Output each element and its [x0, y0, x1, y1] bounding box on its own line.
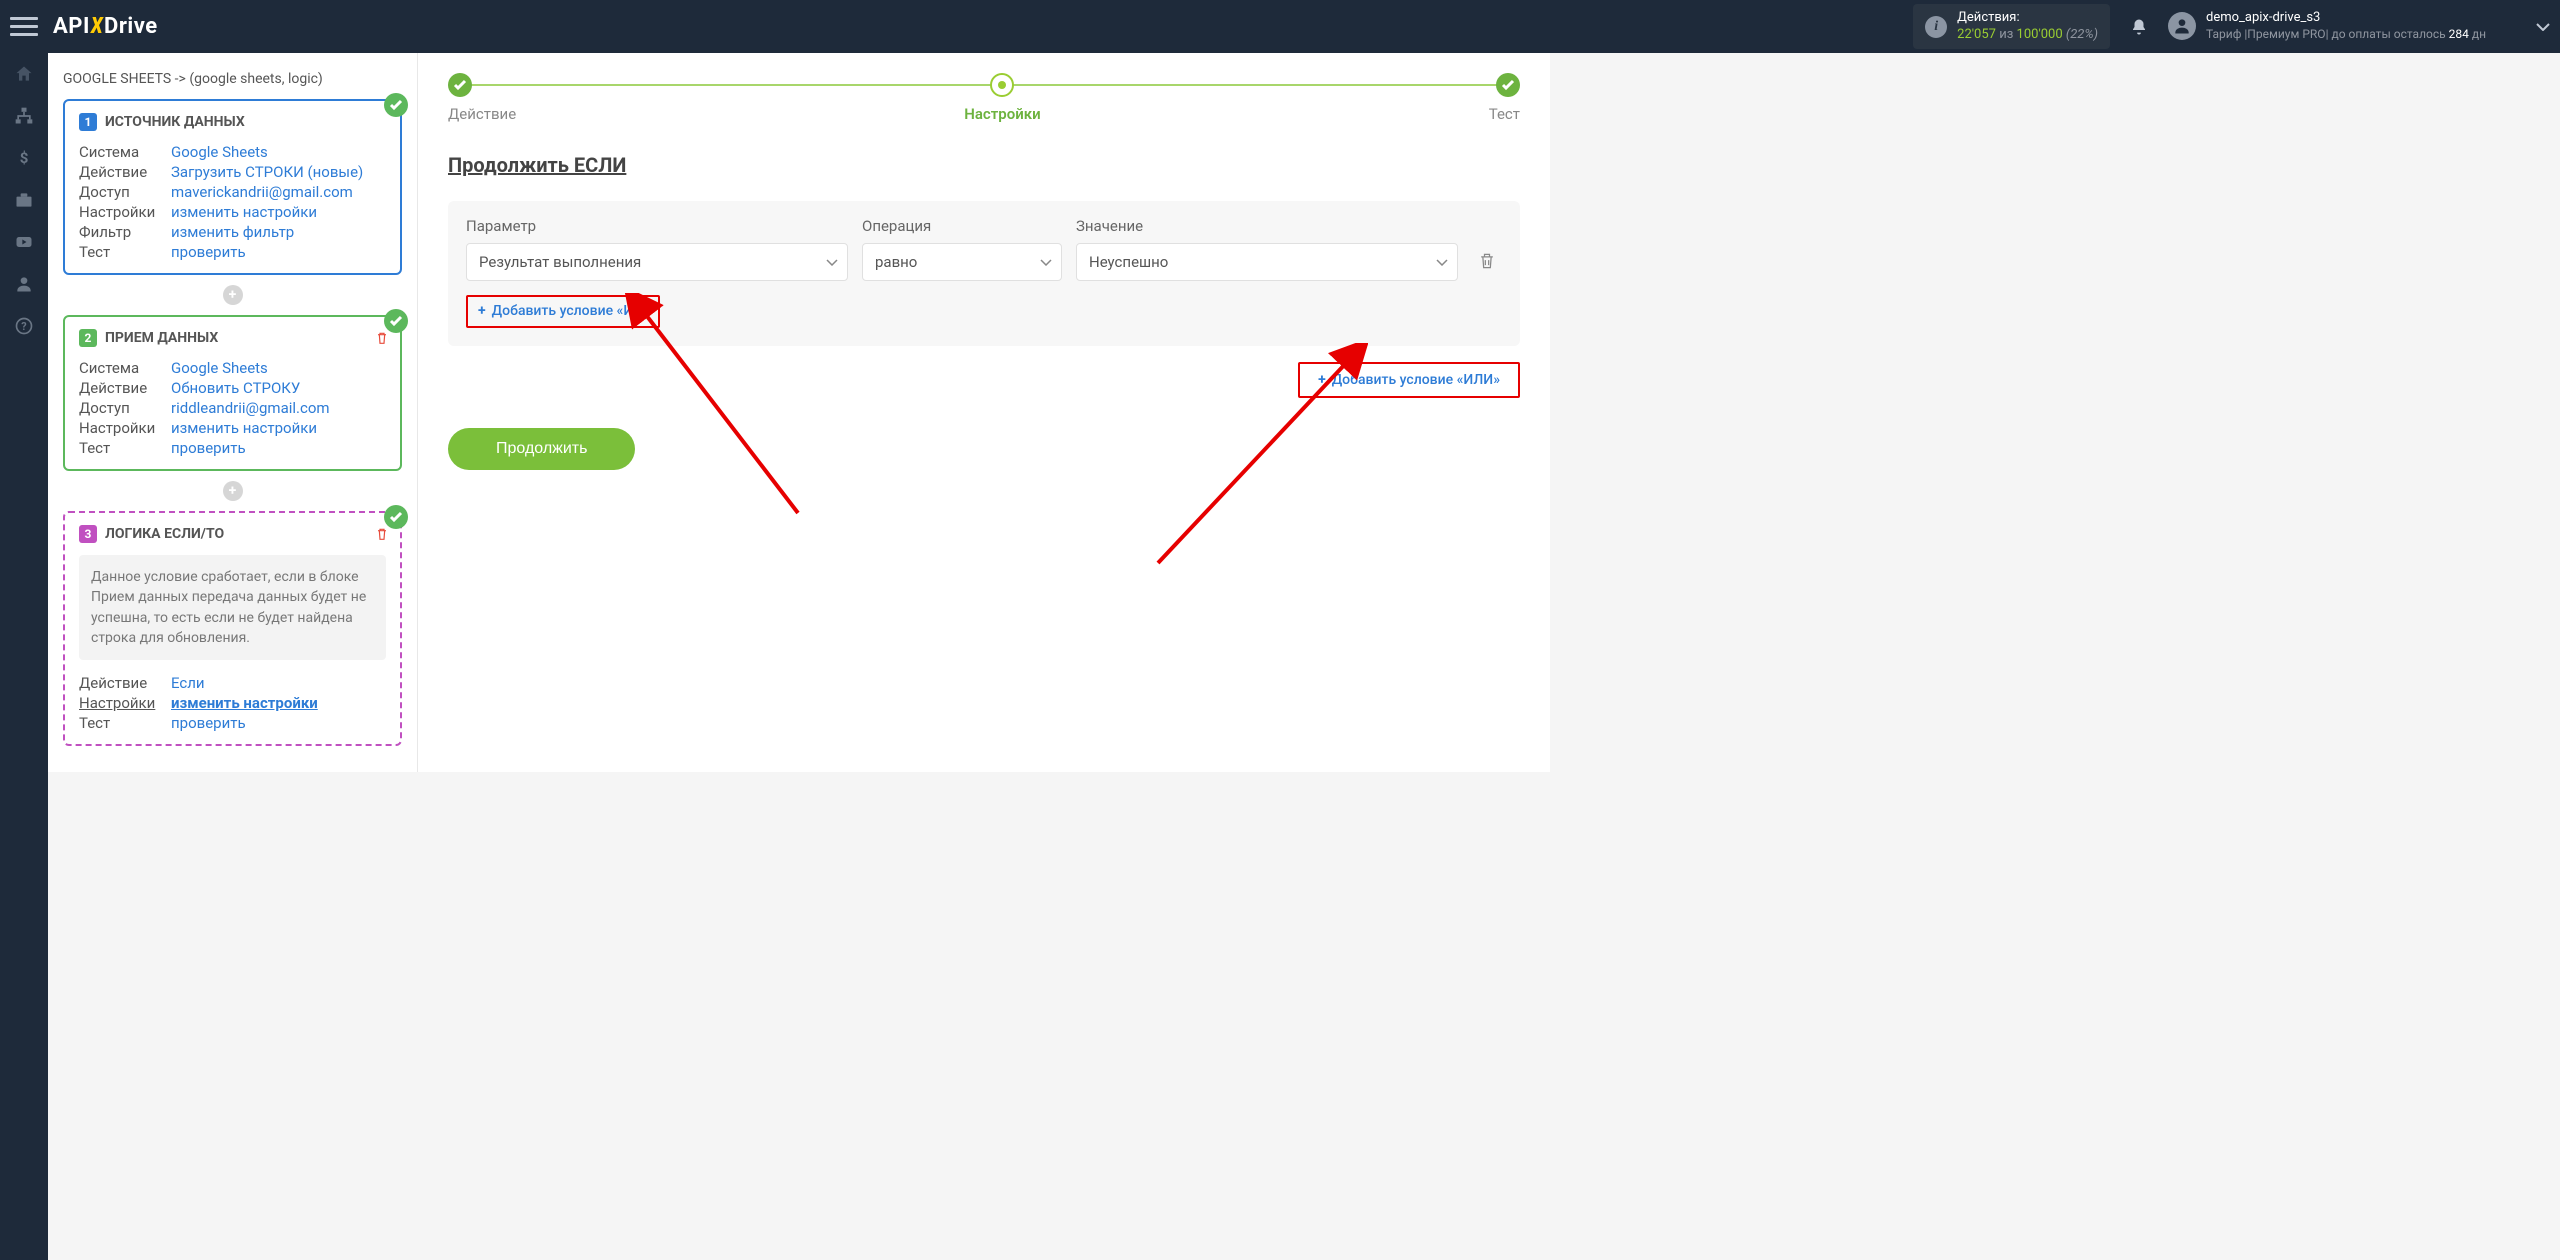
user-name: demo_apix-drive_s3: [2206, 10, 2486, 27]
delete-icon[interactable]: [374, 525, 390, 547]
breadcrumb: GOOGLE SHEETS -> (google sheets, logic): [63, 63, 402, 99]
row-value[interactable]: изменить настройки: [171, 694, 386, 712]
row-value[interactable]: изменить настройки: [171, 203, 386, 221]
card-title-text: ЛОГИКА ЕСЛИ/ТО: [105, 526, 224, 542]
delete-icon[interactable]: [374, 329, 390, 351]
left-panel: GOOGLE SHEETS -> (google sheets, logic) …: [48, 53, 418, 772]
row-label: Настройки: [79, 419, 171, 437]
nav-user-icon[interactable]: [0, 263, 48, 305]
row-value[interactable]: проверить: [171, 243, 386, 261]
row-value[interactable]: Google Sheets: [171, 359, 386, 377]
card-num: 2: [79, 329, 97, 347]
add-and-label: Добавить условие «И»: [492, 303, 640, 319]
row-value[interactable]: riddleandrii@gmail.com: [171, 399, 386, 417]
card-destination[interactable]: 2 ПРИЕМ ДАННЫХ СистемаGoogle Sheets Дейст…: [63, 315, 402, 471]
main-panel: Действие Настройки Тест Продолжить ЕСЛИ …: [418, 53, 1550, 772]
row-label: Настройки: [79, 694, 171, 712]
section-title: Продолжить ЕСЛИ: [448, 153, 1520, 177]
add-or-condition-button[interactable]: +Добавить условие «ИЛИ»: [1298, 362, 1520, 398]
add-or-label: Добавить условие «ИЛИ»: [1332, 372, 1500, 388]
card-source[interactable]: 1 ИСТОЧНИК ДАННЫХ СистемаGoogle Sheets Де…: [63, 99, 402, 275]
wizard-step-settings[interactable]: Настройки: [964, 73, 1040, 123]
wizard-label: Тест: [1489, 105, 1520, 123]
top-header: APIXDrive i Действия: 22'057 из 100'000 …: [0, 0, 2560, 53]
row-value[interactable]: проверить: [171, 714, 386, 732]
card-num: 3: [79, 525, 97, 543]
logo[interactable]: APIXDrive: [53, 14, 158, 39]
row-label: Действие: [79, 163, 171, 181]
actions-usage[interactable]: i Действия: 22'057 из 100'000 (22%): [1913, 4, 2110, 50]
col-header-param: Параметр: [466, 217, 848, 235]
card-logic[interactable]: 3 ЛОГИКА ЕСЛИ/ТО Данное условие сработает…: [63, 511, 402, 746]
actions-of: из: [1999, 27, 2013, 42]
add-step-button[interactable]: +: [223, 481, 243, 501]
row-label: Система: [79, 359, 171, 377]
add-and-condition-button[interactable]: +Добавить условие «И»: [466, 295, 660, 328]
row-label: Система: [79, 143, 171, 161]
row-label: Настройки: [79, 203, 171, 221]
bell-icon[interactable]: [2130, 17, 2148, 37]
row-label: Тест: [79, 714, 171, 732]
row-label: Действие: [79, 379, 171, 397]
actions-label: Действия:: [1957, 10, 2098, 27]
row-value[interactable]: изменить фильтр: [171, 223, 386, 241]
nav-video-icon[interactable]: [0, 221, 48, 263]
check-icon: [384, 93, 408, 117]
actions-pct: (22%): [2066, 27, 2098, 42]
wizard-steps: Действие Настройки Тест: [448, 63, 1520, 123]
row-value[interactable]: Google Sheets: [171, 143, 386, 161]
hamburger-menu[interactable]: [10, 13, 38, 41]
row-label: Доступ: [79, 399, 171, 417]
row-value[interactable]: Обновить СТРОКУ: [171, 379, 386, 397]
wizard-label: Настройки: [964, 105, 1040, 123]
delete-condition-icon[interactable]: [1472, 241, 1502, 281]
avatar-icon: [2168, 12, 2196, 40]
card-title-text: ПРИЕМ ДАННЫХ: [105, 330, 218, 346]
left-sidebar: $ ?: [0, 53, 48, 1260]
actions-total: 100'000: [2017, 27, 2063, 42]
add-step-button[interactable]: +: [223, 285, 243, 305]
svg-text:$: $: [20, 149, 29, 167]
wizard-step-test[interactable]: Тест: [1489, 73, 1520, 123]
row-label: Тест: [79, 439, 171, 457]
col-header-op: Операция: [862, 217, 1062, 235]
select-value[interactable]: Неуспешно: [1076, 243, 1458, 281]
logo-x: X: [91, 14, 103, 39]
row-label: Действие: [79, 674, 171, 692]
card-description: Данное условие сработает, если в блоке П…: [79, 555, 386, 660]
info-icon: i: [1925, 16, 1947, 38]
tariff-line: Тариф |Премиум PRO| до оплаты осталось 2…: [2206, 27, 2486, 43]
continue-button[interactable]: Продолжить: [448, 428, 635, 470]
row-value[interactable]: Если: [171, 674, 386, 692]
nav-dollar-icon[interactable]: $: [0, 137, 48, 179]
svg-text:?: ?: [21, 320, 26, 333]
logo-part1: API: [53, 14, 90, 39]
col-header-val: Значение: [1076, 217, 1458, 235]
row-value[interactable]: Загрузить СТРОКИ (новые): [171, 163, 386, 181]
select-operation[interactable]: равно: [862, 243, 1062, 281]
wizard-label: Действие: [448, 105, 516, 123]
row-label: Тест: [79, 243, 171, 261]
wizard-step-action[interactable]: Действие: [448, 73, 516, 123]
logo-part3: Drive: [104, 14, 158, 39]
row-label: Доступ: [79, 183, 171, 201]
nav-home-icon[interactable]: [0, 53, 48, 95]
nav-sitemap-icon[interactable]: [0, 95, 48, 137]
chevron-down-icon[interactable]: [2536, 19, 2550, 35]
user-menu[interactable]: demo_apix-drive_s3 Тариф |Премиум PRO| д…: [2168, 10, 2486, 42]
row-value[interactable]: maverickandrii@gmail.com: [171, 183, 386, 201]
select-parameter[interactable]: Результат выполнения: [466, 243, 848, 281]
row-value[interactable]: проверить: [171, 439, 386, 457]
actions-used: 22'057: [1957, 27, 1996, 42]
condition-group: Параметр Результат выполнения Операция р…: [448, 201, 1520, 346]
nav-briefcase-icon[interactable]: [0, 179, 48, 221]
row-label: Фильтр: [79, 223, 171, 241]
card-title-text: ИСТОЧНИК ДАННЫХ: [105, 114, 245, 130]
nav-help-icon[interactable]: ?: [0, 305, 48, 347]
card-num: 1: [79, 113, 97, 131]
row-value[interactable]: изменить настройки: [171, 419, 386, 437]
